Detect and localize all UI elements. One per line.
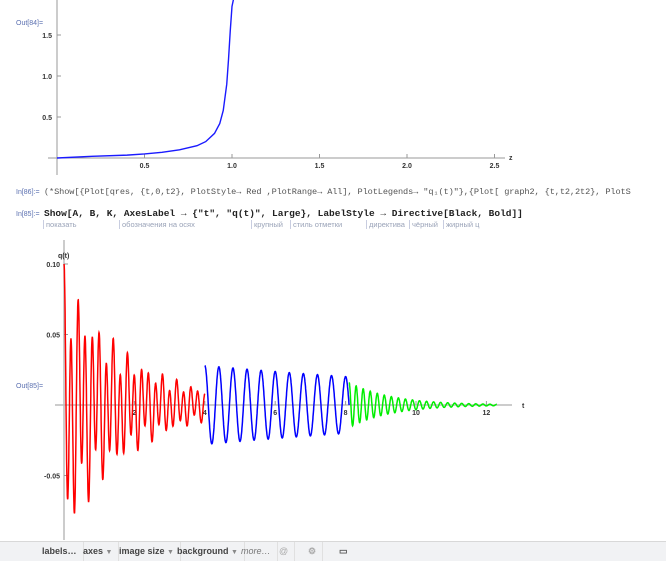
in86-label: In[86]:=	[16, 189, 40, 196]
hint: директива	[366, 220, 405, 229]
axes-label: axes	[83, 546, 104, 556]
hint: чёрный	[409, 220, 438, 229]
y-tick-label: 1.0	[42, 74, 52, 81]
background-label: background	[177, 546, 229, 556]
plot-1[interactable]: 0.5 1.0 1.5 2.0 2.5 0.5 1.0 1.5 z	[0, 0, 666, 175]
series-q1	[63, 263, 206, 514]
hint: показать	[43, 220, 77, 229]
spiral-icon[interactable]: @	[273, 542, 296, 561]
x-tick-label: 2.5	[490, 163, 500, 170]
plot-2-marks: 2 4 6 8 10 120.100.05-0.05tq(t)	[44, 240, 525, 540]
x-axis-label: t	[522, 403, 525, 410]
y-tick-label: 0.05	[46, 333, 60, 340]
in85-label: In[85]:=	[16, 211, 40, 218]
x-tick-label: 1.5	[315, 163, 325, 170]
background-button[interactable]: background ▼	[171, 542, 245, 561]
gear-icon[interactable]: ⚙	[302, 542, 324, 561]
y-tick-label: -0.05	[44, 474, 60, 481]
plot-1-marks: 0.5 1.0 1.5 2.0 2.5 0.5 1.0 1.5 z	[42, 0, 513, 175]
x-tick-label: 2.0	[402, 163, 412, 170]
image-size-label: image size	[119, 546, 165, 556]
x-axis-label: z	[509, 155, 513, 162]
y-tick-label: 1.5	[42, 33, 52, 40]
x-tick-label: 6	[273, 410, 277, 417]
x-tick-label: 12	[483, 410, 491, 417]
in85-code[interactable]: Show[A, B, K, AxesLabel → {"t", "q(t)", …	[44, 208, 523, 219]
y-tick-label: 0.10	[46, 262, 60, 269]
x-tick-label: 10	[412, 410, 420, 417]
hint: стиль отметки	[290, 220, 342, 229]
hint: обозначения на осях	[119, 220, 195, 229]
comment-icon[interactable]: ▭	[333, 542, 354, 561]
hint: жирный ц	[443, 220, 479, 229]
y-tick-label: 0.5	[42, 115, 52, 122]
hint: крупный	[251, 220, 283, 229]
dropdown-icon: ▼	[105, 549, 113, 556]
series-q3	[348, 382, 497, 428]
x-tick-label: 1.0	[227, 163, 237, 170]
x-tick-label: 8	[344, 410, 348, 417]
series-line	[56, 0, 235, 159]
x-tick-label: 0.5	[140, 163, 150, 170]
more-button[interactable]: more…	[235, 542, 278, 561]
plot-2[interactable]: 2 4 6 8 10 120.100.05-0.05tq(t)	[0, 240, 666, 540]
y-axis-label: q(t)	[58, 253, 69, 260]
in86-code[interactable]: (*Show[{Plot[qres, {t,0,t2}, PlotStyle→ …	[44, 187, 631, 197]
suggestions-bar: labels… axes ▼ image size ▼ background ▼…	[0, 541, 666, 561]
